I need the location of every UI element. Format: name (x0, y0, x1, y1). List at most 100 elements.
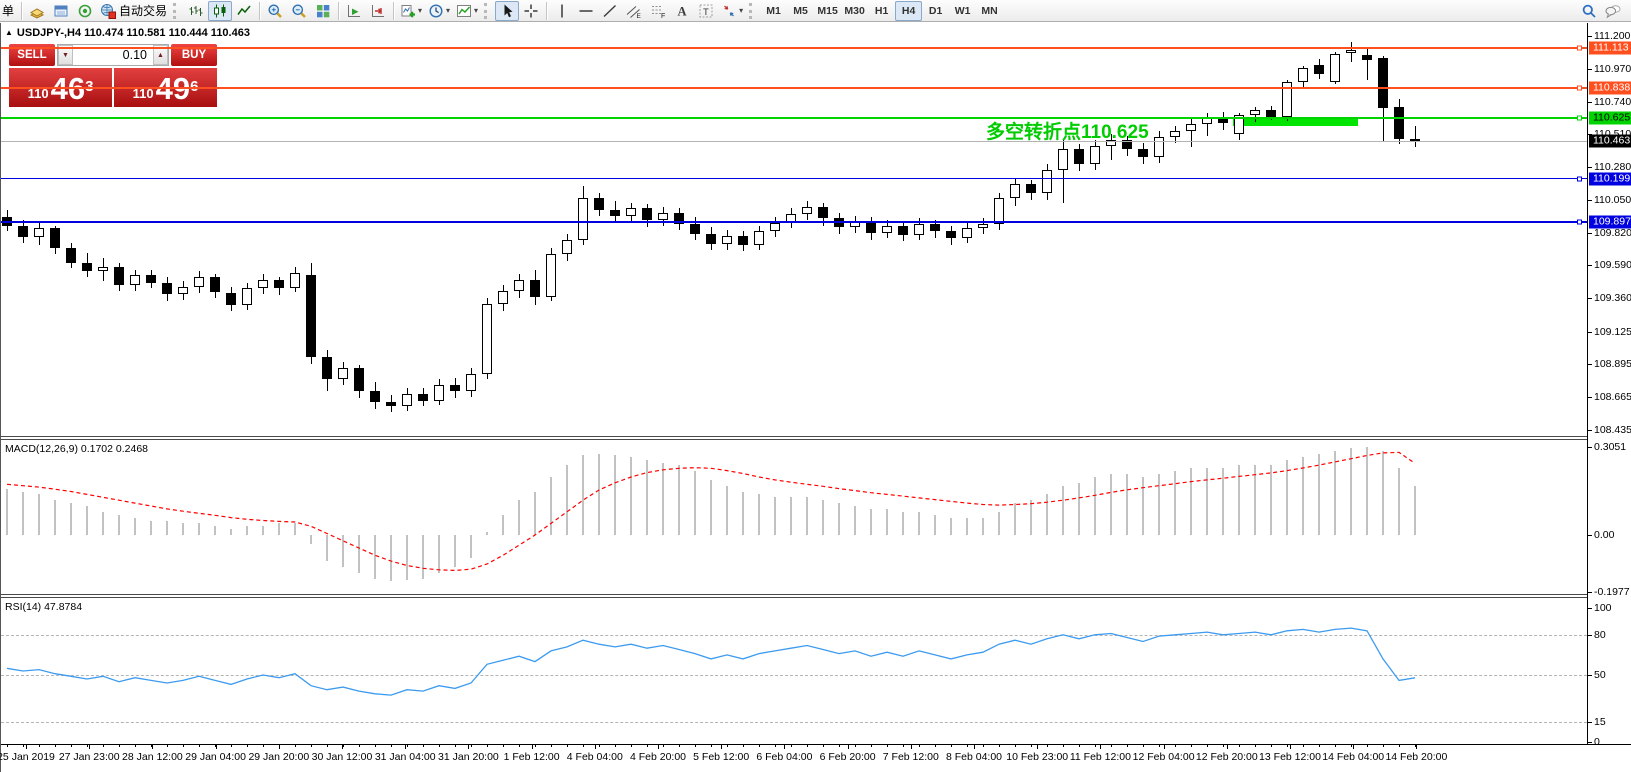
candle (578, 198, 588, 239)
cursor-button[interactable] (495, 1, 519, 21)
axis-tick-label: 50 (1594, 669, 1606, 681)
axis-tick (1588, 200, 1592, 201)
time-minor-tick (1079, 745, 1080, 747)
price-axis[interactable]: 111.200110.970110.740110.510110.280110.0… (1587, 23, 1631, 744)
toolbar-grip[interactable] (484, 3, 490, 19)
time-minor-tick (1191, 745, 1192, 747)
trendline-button[interactable] (598, 1, 622, 21)
time-major-tick (721, 745, 722, 749)
candle (242, 288, 252, 305)
time-minor-tick (407, 745, 408, 747)
equidistant-channel-button[interactable]: E (622, 1, 646, 21)
macd-signal-line (1, 440, 1587, 594)
line-chart-button[interactable] (232, 1, 256, 21)
time-minor-tick (647, 745, 648, 747)
vertical-line-button[interactable] (550, 1, 574, 21)
line-handle[interactable] (1577, 46, 1582, 51)
profiles-button[interactable]: ▾ (425, 1, 453, 21)
zoom-in-button[interactable] (263, 1, 287, 21)
timeframe-h1[interactable]: H1 (868, 1, 895, 21)
line-handle[interactable] (1577, 115, 1582, 120)
timeframe-m5[interactable]: M5 (787, 1, 814, 21)
time-minor-tick (103, 745, 104, 747)
bar-chart-button[interactable] (184, 1, 208, 21)
search-button[interactable] (1577, 1, 1601, 21)
axis-tick-label: 110.970 (1594, 63, 1631, 75)
time-label: 13 Feb 12:00 (1259, 751, 1321, 763)
line-handle[interactable] (1577, 219, 1582, 224)
pivot-annotation[interactable]: 多空转折点110.625 (986, 117, 1149, 144)
timeframe-label: H1 (875, 5, 888, 17)
text-button[interactable]: A (670, 1, 694, 21)
timeframe-m30[interactable]: M30 (841, 1, 868, 21)
auto-scroll-button[interactable] (342, 1, 366, 21)
collapse-icon[interactable]: ▲ (5, 28, 13, 37)
equidistant-channel-icon: E (626, 3, 642, 19)
timeframe-label: M1 (766, 5, 781, 17)
horizontal-line-object[interactable] (1, 117, 1587, 119)
new-order-partial-label[interactable]: 单 (2, 2, 18, 19)
tile-windows-button[interactable] (311, 1, 335, 21)
cursor-icon (499, 3, 515, 19)
candlestick-chart-button[interactable] (208, 1, 232, 21)
timeframe-m1[interactable]: M1 (760, 1, 787, 21)
time-minor-tick (1127, 745, 1128, 747)
time-axis[interactable]: 25 Jan 201927 Jan 23:0028 Jan 12:0029 Ja… (1, 744, 1631, 772)
horizontal-line-object[interactable] (1, 221, 1587, 223)
fibonacci-button[interactable]: F (646, 1, 670, 21)
horizontal-line-object[interactable] (1, 47, 1587, 49)
candle (882, 226, 892, 233)
time-minor-tick (935, 745, 936, 747)
timeframe-mn[interactable]: MN (976, 1, 1003, 21)
new-order-button[interactable] (25, 1, 49, 21)
zoom-out-button[interactable] (287, 1, 311, 21)
toolbar-separator (21, 2, 22, 20)
macd-panel[interactable]: MACD(12,26,9) 0.1702 0.2468 (1, 440, 1587, 594)
horizontal-line-button[interactable] (574, 1, 598, 21)
toolbar-grip[interactable] (749, 3, 755, 19)
rsi-panel[interactable]: RSI(14) 47.8784 (1, 598, 1587, 744)
time-major-tick (26, 745, 27, 749)
time-minor-tick (743, 745, 744, 747)
time-minor-tick (439, 745, 440, 747)
axis-tick-label: 100 (1594, 602, 1612, 614)
indicators-list-button[interactable]: ▾ (453, 1, 481, 21)
candle (194, 277, 204, 287)
timeframe-m15[interactable]: M15 (814, 1, 841, 21)
timeframe-d1[interactable]: D1 (922, 1, 949, 21)
time-label: 1 Feb 12:00 (504, 751, 560, 763)
horizontal-line-object[interactable] (1, 87, 1587, 89)
time-minor-tick (615, 745, 616, 747)
time-major-tick (342, 745, 343, 749)
crosshair-button[interactable] (519, 1, 543, 21)
text-label-button[interactable]: T (694, 1, 718, 21)
mt4-terminal: 单 自动交易▾▾▾EFAT▾M1M5M15M30H1H4D1W1MN ▲USDJ… (0, 0, 1631, 772)
axis-tick (1588, 592, 1592, 593)
line-handle[interactable] (1577, 176, 1582, 181)
time-minor-tick (535, 745, 536, 747)
navigator-button[interactable] (73, 1, 97, 21)
candle (1346, 50, 1356, 53)
chat-button[interactable] (1601, 1, 1625, 21)
autotrading-button[interactable]: 自动交易 (97, 1, 170, 21)
timeframe-w1[interactable]: W1 (949, 1, 976, 21)
new-chart-button[interactable]: ▾ (397, 1, 425, 21)
time-minor-tick (455, 745, 456, 747)
time-major-tick (405, 745, 406, 749)
market-watch-button[interactable] (49, 1, 73, 21)
candle (930, 224, 940, 231)
arrows-button[interactable]: ▾ (718, 1, 746, 21)
time-minor-tick (1063, 745, 1064, 747)
toolbar-grip[interactable] (173, 3, 179, 19)
main-chart-panel[interactable]: ▲USDJPY-,H4 110.474 110.581 110.444 110.… (1, 23, 1587, 436)
time-label: 10 Feb 23:00 (1006, 751, 1068, 763)
timeframe-h4[interactable]: H4 (895, 1, 922, 21)
time-major-tick (658, 745, 659, 749)
candle (1250, 110, 1260, 115)
time-major-tick (1227, 745, 1228, 749)
line-handle[interactable] (1577, 85, 1582, 90)
time-major-tick (152, 745, 153, 749)
chart-shift-button[interactable] (366, 1, 390, 21)
horizontal-line-object[interactable] (1, 178, 1587, 179)
time-minor-tick (1303, 745, 1304, 747)
